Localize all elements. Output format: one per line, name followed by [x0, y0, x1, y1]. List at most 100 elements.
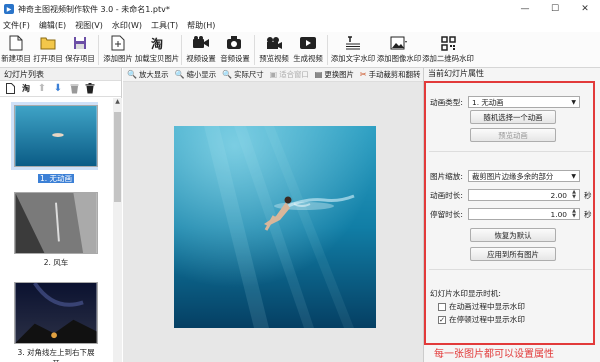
slide-list-toolbar: 淘 ⬆ ⬇: [0, 81, 121, 97]
toolbar-separator: [181, 35, 182, 65]
fit-window-icon: ▣: [269, 70, 278, 79]
watermark-during-animation-option[interactable]: 在动画过程中显示水印: [438, 301, 525, 312]
menu-bar: 文件(F) 编辑(E) 视图(V) 水印(W) 工具(T) 帮助(H): [0, 18, 600, 32]
open-project-icon: [39, 34, 57, 52]
zoom-in-icon: 🔍: [127, 70, 137, 79]
checkbox-checked[interactable]: ✓: [438, 315, 446, 324]
random-animation-button[interactable]: 随机选择一个动画: [470, 110, 556, 124]
new-project-button[interactable]: 新建项目: [0, 32, 32, 68]
new-project-icon: [7, 34, 25, 52]
generate-video-button[interactable]: 生成视频: [291, 32, 325, 68]
view-toolbar: 🔍 放大显示 🔍 缩小显示 🔍 实际尺寸 ▣ 适合窗口 ▤ 更换图片 ✂ 手动裁剪和翻转: [123, 68, 423, 82]
add-qrcode-watermark-button[interactable]: 添加二维码水印: [422, 32, 474, 68]
actual-size-button[interactable]: 🔍 实际尺寸: [222, 69, 264, 80]
add-image-watermark-button[interactable]: 添加图像水印: [376, 32, 422, 68]
menu-watermark[interactable]: 水印(W): [112, 20, 142, 31]
stay-duration-input[interactable]: 1.00 ▲ ▼: [468, 208, 580, 220]
current-slide-image: [174, 126, 376, 328]
slide-label: 2. 风车: [43, 258, 69, 267]
add-text-watermark-button[interactable]: 添加文字水印: [330, 32, 376, 68]
fit-window-button[interactable]: ▣ 适合窗口: [270, 69, 309, 80]
minimize-button[interactable]: —: [510, 0, 540, 18]
taobao-icon: 淘: [150, 36, 163, 51]
toolbar-separator: [254, 35, 255, 65]
scroll-thumb[interactable]: [114, 112, 121, 202]
crop-flip-button[interactable]: ✂ 手动裁剪和翻转: [360, 69, 420, 80]
add-image-icon: [109, 34, 127, 52]
watermark-during-pause-option[interactable]: ✓ 在停顿过程中显示水印: [438, 314, 525, 325]
trash-icon[interactable]: [83, 82, 97, 96]
menu-tools[interactable]: 工具(T): [151, 20, 178, 31]
apply-all-button[interactable]: 应用到所有图片: [470, 247, 556, 261]
qrcode-icon: [439, 34, 457, 52]
slide-item[interactable]: 3. 对角线左上到右下展开: [14, 282, 98, 362]
add-image-button[interactable]: 添加图片: [101, 32, 135, 68]
slide-item[interactable]: 1. 无动画: [11, 102, 98, 184]
preview-video-icon: [265, 34, 283, 52]
preview-animation-button[interactable]: 预览动画: [470, 128, 556, 142]
taobao-icon[interactable]: 淘: [19, 82, 33, 96]
reset-default-button[interactable]: 恢复为默认: [470, 228, 556, 242]
new-slide-icon[interactable]: [3, 82, 17, 96]
toolbar-separator: [327, 35, 328, 65]
chevron-down-icon: ▼: [571, 98, 576, 106]
slide-item[interactable]: 2. 风车: [14, 192, 98, 268]
menu-help[interactable]: 帮助(H): [187, 20, 215, 31]
divider: [429, 269, 592, 270]
spinner-icon[interactable]: ▲ ▼: [570, 190, 578, 200]
menu-view[interactable]: 视图(V): [75, 20, 103, 31]
slide-list-title: 幻灯片列表: [0, 68, 121, 81]
image-scale-label: 图片缩放:: [430, 171, 463, 181]
slide-thumbnail: [14, 192, 98, 254]
text-watermark-icon: [344, 34, 362, 52]
window-title: 神奇主图视频制作软件 3.0 - 未命名1.ptv*: [18, 4, 170, 14]
seconds-unit: 秒: [584, 209, 592, 219]
slide-thumbnail: [14, 282, 98, 344]
replace-image-icon: ▤: [314, 70, 323, 79]
seconds-unit: 秒: [584, 190, 592, 200]
image-watermark-icon: [390, 34, 408, 52]
toolbar-separator: [98, 35, 99, 65]
main-toolbar: 新建项目 打开项目 保存项目 添加图片 淘 加载宝贝图片 视频设置 音频设置 预…: [0, 32, 600, 68]
stay-duration-label: 停留时长:: [430, 209, 463, 219]
menu-edit[interactable]: 编辑(E): [39, 20, 66, 31]
spinner-icon[interactable]: ▲ ▼: [570, 209, 578, 219]
save-project-button[interactable]: 保存项目: [64, 32, 96, 68]
title-bar: ▶ 神奇主图视频制作软件 3.0 - 未命名1.ptv* — ☐ ✕: [0, 0, 600, 18]
delete-slide-icon[interactable]: [67, 82, 81, 96]
animation-duration-input[interactable]: 2.00 ▲ ▼: [468, 189, 580, 201]
generate-video-icon: [299, 34, 317, 52]
image-scale-select[interactable]: 裁剪图片边缘多余的部分 ▼: [468, 170, 580, 182]
save-project-icon: [71, 34, 89, 52]
zoom-in-button[interactable]: 🔍 放大显示: [127, 69, 169, 80]
slide-list-scrollbar[interactable]: ▲: [113, 98, 122, 362]
open-project-button[interactable]: 打开项目: [32, 32, 64, 68]
video-settings-icon: [192, 34, 210, 52]
divider: [429, 151, 592, 152]
highlight-box: 动画类型: 1. 无动画 ▼ 随机选择一个动画 预览动画 图片缩放: 裁剪图片边…: [424, 81, 595, 345]
annotation-caption: 每一张图片都可以设置属性: [434, 349, 554, 360]
slide-list-panel: 幻灯片列表 淘 ⬆ ⬇ 1. 无动画 2. 风车 3. 对角线左上到右下展 ▲: [0, 68, 122, 362]
move-up-icon[interactable]: ⬆: [35, 82, 49, 96]
properties-title: 当前幻灯片属性: [428, 69, 484, 78]
crop-icon: ✂: [359, 70, 367, 79]
menu-file[interactable]: 文件(F): [3, 20, 30, 31]
maximize-button[interactable]: ☐: [540, 0, 570, 18]
slide-label: 1. 无动画: [37, 174, 75, 183]
video-settings-button[interactable]: 视频设置: [184, 32, 218, 68]
zoom-out-button[interactable]: 🔍 缩小显示: [175, 69, 217, 80]
audio-settings-icon: [226, 34, 244, 52]
scroll-up-icon[interactable]: ▲: [113, 98, 122, 108]
load-taobao-image-button[interactable]: 淘 加载宝贝图片: [135, 32, 179, 68]
replace-image-button[interactable]: ▤ 更换图片: [315, 69, 354, 80]
close-button[interactable]: ✕: [570, 0, 600, 18]
preview-video-button[interactable]: 预览视频: [257, 32, 291, 68]
chevron-down-icon: ▼: [571, 172, 576, 180]
checkbox[interactable]: [438, 302, 446, 311]
audio-settings-button[interactable]: 音频设置: [218, 32, 252, 68]
animation-type-select[interactable]: 1. 无动画 ▼: [468, 96, 580, 108]
slide-thumbnail: [14, 105, 98, 167]
slide-thumbnails: 1. 无动画 2. 风车 3. 对角线左上到右下展开: [0, 98, 113, 362]
app-logo-icon: ▶: [4, 4, 14, 14]
move-down-icon[interactable]: ⬇: [51, 82, 65, 96]
